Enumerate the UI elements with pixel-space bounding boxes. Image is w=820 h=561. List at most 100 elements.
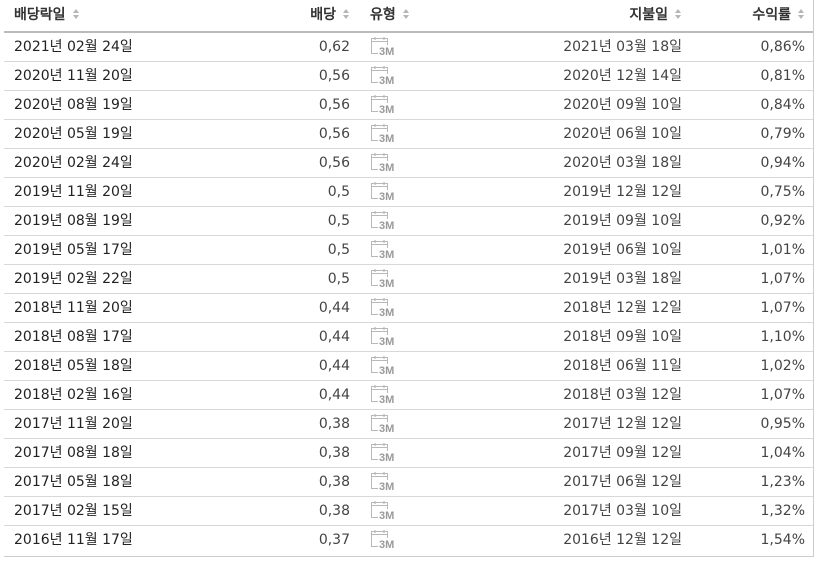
amount-cell: 0,56 bbox=[318, 155, 350, 171]
yield-cell: 1,23% bbox=[760, 474, 805, 490]
sort-icon[interactable] bbox=[342, 8, 350, 20]
column-header-pay-date[interactable]: 지불일 bbox=[629, 0, 682, 31]
svg-text:3M: 3M bbox=[379, 365, 394, 377]
calendar-3m-icon: 3M bbox=[370, 326, 398, 348]
ex-date-cell: 2016년 11월 17일 bbox=[14, 532, 133, 548]
table-row: 2021년 02월 24일 0,62 3M 2021년 03월 18일 0,86% bbox=[4, 33, 813, 62]
yield-cell: 1,04% bbox=[760, 445, 805, 461]
amount-cell: 0,56 bbox=[318, 126, 350, 142]
svg-text:3M: 3M bbox=[379, 191, 394, 203]
amount-cell: 0,56 bbox=[318, 68, 350, 84]
svg-text:3M: 3M bbox=[379, 336, 394, 348]
amount-cell: 0,5 bbox=[327, 213, 350, 229]
ex-date-cell: 2018년 11월 20일 bbox=[14, 300, 133, 316]
table-row: 2017년 05월 18일 0,38 3M 2017년 06월 12일 1,23% bbox=[4, 468, 813, 497]
yield-cell: 1,01% bbox=[760, 242, 805, 258]
svg-text:3M: 3M bbox=[379, 46, 394, 58]
column-header-amount-label: 배당 bbox=[310, 7, 336, 23]
pay-date-cell: 2017년 03월 10일 bbox=[563, 503, 682, 519]
amount-cell: 0,38 bbox=[318, 474, 350, 490]
column-header-pay-date-label: 지불일 bbox=[629, 7, 668, 23]
column-header-type[interactable]: 유형 bbox=[370, 0, 410, 31]
ex-date-cell: 2021년 02월 24일 bbox=[14, 39, 133, 55]
column-header-amount[interactable]: 배당 bbox=[310, 0, 350, 31]
column-header-type-label: 유형 bbox=[370, 7, 396, 23]
ex-date-cell: 2018년 05월 18일 bbox=[14, 358, 133, 374]
amount-cell: 0,62 bbox=[318, 39, 350, 55]
yield-cell: 1,07% bbox=[760, 271, 805, 287]
ex-date-cell: 2018년 02월 16일 bbox=[14, 387, 133, 403]
table-row: 2019년 11월 20일 0,5 3M 2019년 12월 12일 0,75% bbox=[4, 178, 813, 207]
pay-date-cell: 2017년 09월 12일 bbox=[563, 445, 682, 461]
pay-date-cell: 2019년 03월 18일 bbox=[563, 271, 682, 287]
table-row: 2017년 02월 15일 0,38 3M 2017년 03월 10일 1,32% bbox=[4, 497, 813, 526]
calendar-3m-icon: 3M bbox=[370, 94, 398, 116]
table-row: 2020년 02월 24일 0,56 3M 2020년 03월 18일 0,94% bbox=[4, 149, 813, 178]
amount-cell: 0,38 bbox=[318, 503, 350, 519]
pay-date-cell: 2016년 12월 12일 bbox=[563, 532, 682, 548]
pay-date-cell: 2018년 06월 11일 bbox=[563, 358, 682, 374]
calendar-3m-icon: 3M bbox=[370, 123, 398, 145]
table-row: 2020년 11월 20일 0,56 3M 2020년 12월 14일 0,81% bbox=[4, 62, 813, 91]
ex-date-cell: 2020년 05월 19일 bbox=[14, 126, 133, 142]
amount-cell: 0,37 bbox=[318, 532, 350, 548]
table-row: 2019년 02월 22일 0,5 3M 2019년 03월 18일 1,07% bbox=[4, 265, 813, 294]
table-row: 2018년 08월 17일 0,44 3M 2018년 09월 10일 1,10% bbox=[4, 323, 813, 352]
table-row: 2019년 08월 19일 0,5 3M 2019년 09월 10일 0,92% bbox=[4, 207, 813, 236]
amount-cell: 0,44 bbox=[318, 358, 350, 374]
pay-date-cell: 2020년 06월 10일 bbox=[563, 126, 682, 142]
calendar-3m-icon: 3M bbox=[370, 442, 398, 464]
calendar-3m-icon: 3M bbox=[370, 239, 398, 261]
ex-date-cell: 2019년 05월 17일 bbox=[14, 242, 133, 258]
table-body: 2021년 02월 24일 0,62 3M 2021년 03월 18일 0,86% 202… bbox=[4, 33, 813, 555]
calendar-3m-icon: 3M bbox=[370, 529, 398, 551]
table-row: 2019년 05월 17일 0,5 3M 2019년 06월 10일 1,01% bbox=[4, 236, 813, 265]
svg-text:3M: 3M bbox=[379, 510, 394, 522]
svg-text:3M: 3M bbox=[379, 307, 394, 319]
calendar-3m-icon: 3M bbox=[370, 355, 398, 377]
calendar-3m-icon: 3M bbox=[370, 413, 398, 435]
pay-date-cell: 2017년 06월 12일 bbox=[563, 474, 682, 490]
calendar-3m-icon: 3M bbox=[370, 152, 398, 174]
ex-date-cell: 2017년 11월 20일 bbox=[14, 416, 133, 432]
amount-cell: 0,5 bbox=[327, 271, 350, 287]
yield-cell: 0,95% bbox=[760, 416, 805, 432]
column-header-yield[interactable]: 수익률 bbox=[752, 0, 805, 31]
yield-cell: 1,10% bbox=[760, 329, 805, 345]
calendar-3m-icon: 3M bbox=[370, 500, 398, 522]
yield-cell: 0,79% bbox=[760, 126, 805, 142]
ex-date-cell: 2017년 02월 15일 bbox=[14, 503, 133, 519]
svg-text:3M: 3M bbox=[379, 394, 394, 406]
yield-cell: 0,86% bbox=[760, 39, 805, 55]
yield-cell: 1,07% bbox=[760, 387, 805, 403]
pay-date-cell: 2020년 09월 10일 bbox=[563, 97, 682, 113]
ex-date-cell: 2017년 05월 18일 bbox=[14, 474, 133, 490]
column-header-ex-date[interactable]: 배당락일 bbox=[14, 0, 80, 31]
ex-date-cell: 2019년 02월 22일 bbox=[14, 271, 133, 287]
calendar-3m-icon: 3M bbox=[370, 36, 398, 58]
pay-date-cell: 2019년 06월 10일 bbox=[563, 242, 682, 258]
column-header-ex-date-label: 배당락일 bbox=[14, 7, 66, 23]
calendar-3m-icon: 3M bbox=[370, 268, 398, 290]
column-header-yield-label: 수익률 bbox=[752, 7, 791, 23]
sort-icon[interactable] bbox=[674, 8, 682, 20]
yield-cell: 0,75% bbox=[760, 184, 805, 200]
yield-cell: 0,81% bbox=[760, 68, 805, 84]
sort-icon[interactable] bbox=[72, 8, 80, 20]
pay-date-cell: 2021년 03월 18일 bbox=[563, 39, 682, 55]
svg-text:3M: 3M bbox=[379, 481, 394, 493]
pay-date-cell: 2017년 12월 12일 bbox=[563, 416, 682, 432]
pay-date-cell: 2020년 12월 14일 bbox=[563, 68, 682, 84]
svg-text:3M: 3M bbox=[379, 249, 394, 261]
table-row: 2018년 11월 20일 0,44 3M 2018년 12월 12일 1,07% bbox=[4, 294, 813, 323]
calendar-3m-icon: 3M bbox=[370, 297, 398, 319]
sort-icon[interactable] bbox=[797, 8, 805, 20]
table-row: 2018년 05월 18일 0,44 3M 2018년 06월 11일 1,02% bbox=[4, 352, 813, 381]
yield-cell: 0,84% bbox=[760, 97, 805, 113]
amount-cell: 0,38 bbox=[318, 416, 350, 432]
amount-cell: 0,5 bbox=[327, 242, 350, 258]
ex-date-cell: 2020년 02월 24일 bbox=[14, 155, 133, 171]
pay-date-cell: 2020년 03월 18일 bbox=[563, 155, 682, 171]
pay-date-cell: 2018년 03월 12일 bbox=[563, 387, 682, 403]
sort-icon[interactable] bbox=[402, 8, 410, 20]
